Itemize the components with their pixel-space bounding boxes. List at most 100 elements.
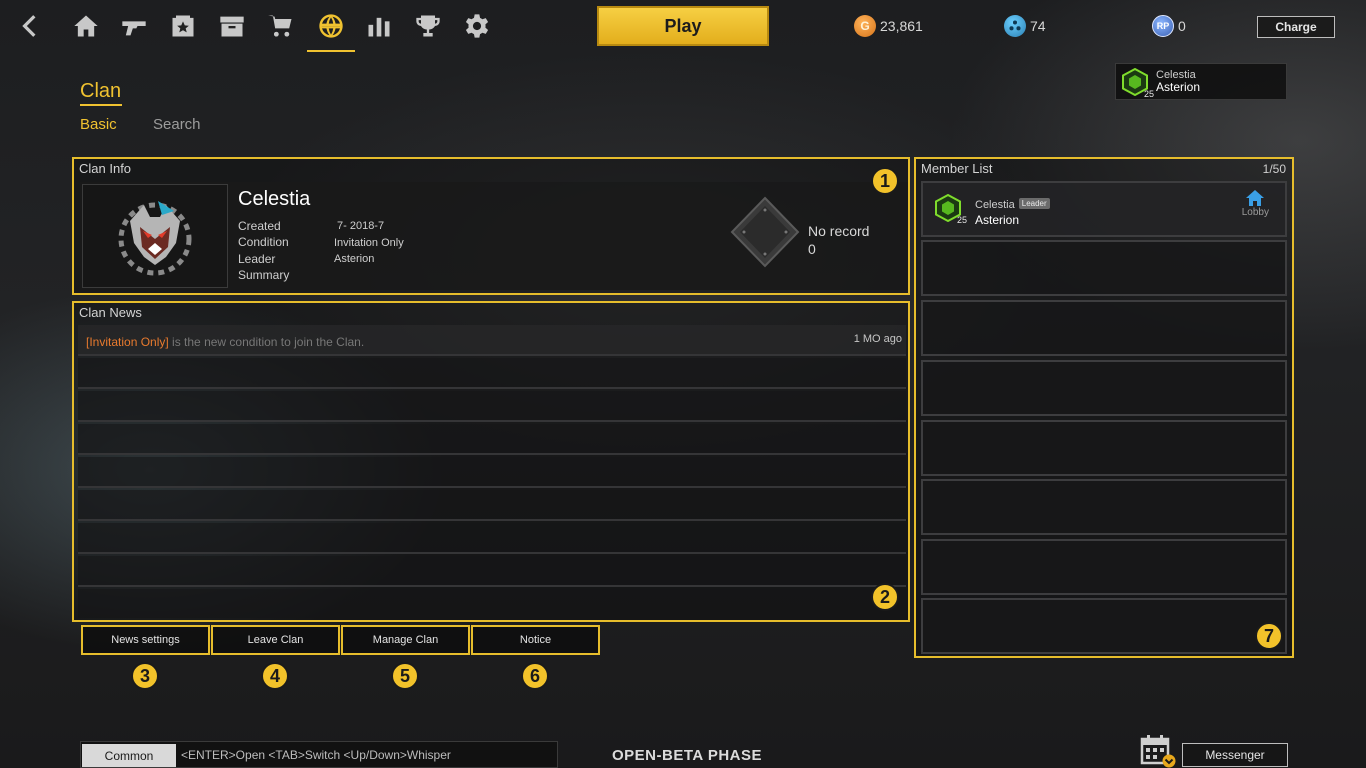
crystal-currency: 74 bbox=[1004, 14, 1046, 38]
member-slot-empty bbox=[921, 420, 1287, 476]
member-list-title: Member List bbox=[921, 161, 993, 176]
chat-bar[interactable]: Common <ENTER>Open <TAB>Switch <Up/Down>… bbox=[80, 741, 558, 768]
news-message: [Invitation Only] is the new condition t… bbox=[86, 333, 364, 351]
member-slot-empty bbox=[921, 360, 1287, 416]
record-label: No record bbox=[808, 223, 870, 239]
nav-clan-button[interactable] bbox=[307, 6, 355, 52]
clan-globe-icon bbox=[319, 14, 343, 38]
storage-icon bbox=[172, 15, 194, 37]
nav-storage-button[interactable] bbox=[163, 6, 203, 46]
play-button[interactable]: Play bbox=[597, 6, 769, 46]
nav-shop-button[interactable] bbox=[261, 6, 301, 46]
nav-inventory-button[interactable] bbox=[212, 6, 252, 46]
news-row-empty bbox=[78, 589, 906, 618]
leader-label: Leader bbox=[238, 252, 276, 266]
home-icon bbox=[74, 15, 98, 37]
condition-label: Condition bbox=[238, 235, 289, 249]
clan-news-panel: Clan News [Invitation Only] is the new c… bbox=[72, 301, 910, 622]
profile-chip[interactable]: 25 Celestia Asterion bbox=[1115, 63, 1287, 100]
trophy-icon bbox=[416, 15, 440, 37]
record-value: 0 bbox=[808, 241, 816, 257]
callout-6: 6 bbox=[521, 662, 549, 690]
news-text: is the new condition to join the Clan. bbox=[168, 335, 365, 349]
nav-stats-button[interactable] bbox=[359, 6, 399, 46]
callout-5: 5 bbox=[391, 662, 419, 690]
news-row-empty bbox=[78, 523, 906, 554]
summary-label: Summary bbox=[238, 268, 290, 282]
nav-home-button[interactable] bbox=[66, 6, 106, 46]
gold-amount: 23,861 bbox=[880, 18, 923, 34]
member-count: 1/50 bbox=[1262, 162, 1286, 176]
notice-button[interactable]: Notice bbox=[471, 625, 600, 655]
charge-button[interactable]: Charge bbox=[1257, 16, 1335, 38]
news-settings-button[interactable]: News settings bbox=[81, 625, 210, 655]
leave-clan-button[interactable]: Leave Clan bbox=[211, 625, 340, 655]
back-button[interactable] bbox=[10, 6, 50, 46]
news-row-empty bbox=[78, 391, 906, 422]
member-slot-empty bbox=[921, 240, 1287, 296]
clan-emblem bbox=[82, 184, 228, 288]
callout-2: 2 bbox=[871, 583, 899, 611]
page-title: Clan bbox=[80, 80, 122, 102]
profile-player-name: Asterion bbox=[1156, 80, 1201, 94]
nav-weapon-button[interactable] bbox=[114, 6, 154, 46]
tab-basic[interactable]: Basic bbox=[80, 116, 117, 133]
leader-value: Asterion bbox=[334, 253, 375, 265]
calendar-icon[interactable] bbox=[1140, 733, 1176, 768]
phase-label: OPEN-BETA PHASE bbox=[612, 747, 763, 764]
rank-number: 25 bbox=[1143, 88, 1154, 99]
created-label: Created bbox=[238, 219, 281, 233]
chevron-left-icon bbox=[22, 15, 36, 37]
member-status-text: Lobby bbox=[1241, 207, 1269, 218]
manage-clan-button[interactable]: Manage Clan bbox=[341, 625, 470, 655]
member-rank-badge: 25 bbox=[935, 193, 967, 225]
created-value: 7- 2018-7 bbox=[337, 220, 385, 232]
stats-icon bbox=[368, 17, 390, 37]
news-row[interactable]: [Invitation Only] is the new condition t… bbox=[78, 325, 906, 356]
inventory-icon bbox=[220, 16, 244, 37]
member-status: Lobby bbox=[1242, 189, 1269, 218]
gold-coin-icon: G bbox=[854, 15, 876, 37]
news-time: 1 MO ago bbox=[853, 333, 902, 345]
chat-tab-common[interactable]: Common bbox=[82, 744, 176, 767]
member-text: Celestia Leader Asterion bbox=[975, 195, 1050, 227]
member-row[interactable]: 25 Celestia Leader Asterion Lobby bbox=[921, 181, 1287, 237]
news-row-empty bbox=[78, 457, 906, 488]
wolf-emblem-icon bbox=[118, 201, 192, 276]
member-slot-empty bbox=[921, 598, 1287, 654]
news-row-empty bbox=[78, 490, 906, 521]
member-slot-empty bbox=[921, 300, 1287, 356]
nav-settings-button[interactable] bbox=[457, 6, 497, 46]
weapon-icon bbox=[122, 21, 146, 36]
profile-text: Celestia Asterion bbox=[1156, 69, 1200, 94]
shop-icon bbox=[268, 15, 292, 37]
news-tag: [Invitation Only] bbox=[86, 335, 169, 349]
clan-info-panel: Clan Info Celestia Created 7- 2018-7 Con… bbox=[72, 157, 910, 295]
rp-icon: RP bbox=[1152, 15, 1174, 37]
rank-badge: 25 bbox=[1122, 67, 1154, 99]
record-diamond-icon bbox=[730, 196, 800, 268]
rp-currency: RP 0 bbox=[1152, 14, 1186, 38]
news-row-empty bbox=[78, 424, 906, 455]
page-title-underline bbox=[80, 104, 122, 106]
member-player-name: Asterion bbox=[975, 213, 1020, 227]
leader-badge: Leader bbox=[1018, 198, 1050, 209]
top-nav-bar: Play G 23,861 74 RP 0 Charge bbox=[0, 0, 1366, 52]
gear-icon bbox=[465, 14, 489, 38]
messenger-button[interactable]: Messenger bbox=[1182, 743, 1288, 767]
callout-7: 7 bbox=[1255, 622, 1283, 650]
news-row-empty bbox=[78, 556, 906, 587]
member-clan-name: Celestia bbox=[975, 199, 1015, 211]
chat-hint: <ENTER>Open <TAB>Switch <Up/Down>Whisper bbox=[181, 748, 451, 762]
condition-value: Invitation Only bbox=[334, 237, 404, 249]
clan-news-title: Clan News bbox=[79, 305, 142, 320]
news-row-empty bbox=[78, 358, 906, 389]
tab-search[interactable]: Search bbox=[153, 116, 201, 133]
member-rank-number: 25 bbox=[956, 215, 967, 225]
clan-name: Celestia bbox=[238, 188, 311, 210]
member-slot-empty bbox=[921, 539, 1287, 595]
crystal-icon bbox=[1004, 15, 1026, 37]
member-slot-empty bbox=[921, 479, 1287, 535]
lobby-home-icon bbox=[1246, 190, 1265, 206]
nav-trophy-button[interactable] bbox=[408, 6, 448, 46]
